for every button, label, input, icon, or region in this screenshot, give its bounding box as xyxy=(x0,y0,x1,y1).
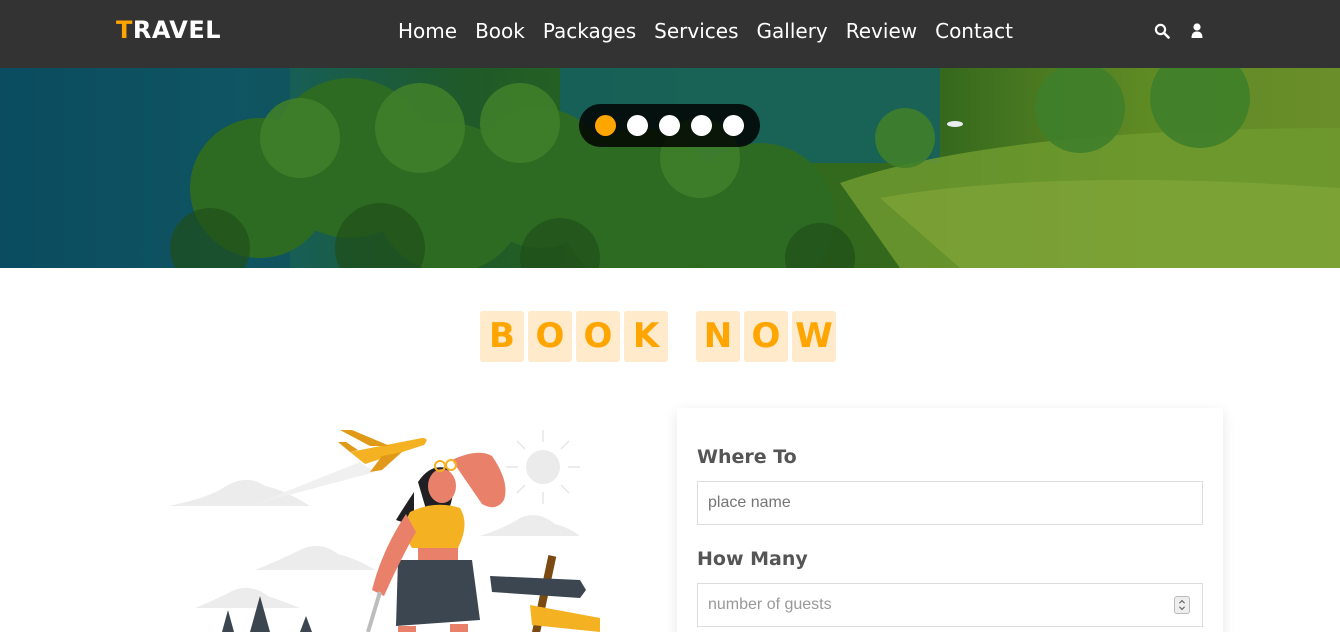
heading-letter: K xyxy=(624,311,668,362)
main-nav: Home Book Packages Services Gallery Revi… xyxy=(398,19,1013,43)
slider-dot-1[interactable] xyxy=(595,115,616,136)
nav-contact[interactable]: Contact xyxy=(935,19,1013,43)
guests-number-input[interactable]: number of guests xyxy=(697,583,1203,627)
where-to-input[interactable] xyxy=(697,481,1203,525)
heading-letter: N xyxy=(696,311,740,362)
nav-review[interactable]: Review xyxy=(846,19,917,43)
slider-dot-3[interactable] xyxy=(659,115,680,136)
heading-letter: B xyxy=(480,311,524,362)
heading-space xyxy=(672,311,692,362)
nav-gallery[interactable]: Gallery xyxy=(757,19,828,43)
heading-letter: O xyxy=(744,311,788,362)
sun-icon xyxy=(506,430,580,504)
nav-book[interactable]: Book xyxy=(475,19,525,43)
signpost-icon xyxy=(490,555,600,632)
top-navbar: TRAVEL Home Book Packages Services Galle… xyxy=(0,0,1340,68)
heading-letter: W xyxy=(792,311,836,362)
slider-dot-5[interactable] xyxy=(723,115,744,136)
number-spinner-icon[interactable] xyxy=(1174,596,1190,614)
book-now-heading: B O O K N O W xyxy=(480,311,836,362)
logo[interactable]: TRAVEL xyxy=(116,16,221,44)
contrail xyxy=(255,462,375,504)
hero-landscape-image xyxy=(0,68,1340,268)
search-icon[interactable] xyxy=(1154,22,1170,40)
booking-form: Where To How Many number of guests xyxy=(677,408,1223,632)
heading-letter: O xyxy=(528,311,572,362)
logo-accent-letter: T xyxy=(116,16,133,44)
guests-placeholder: number of guests xyxy=(708,596,832,613)
traveler-illustration xyxy=(168,430,600,632)
slider-dot-2[interactable] xyxy=(627,115,648,136)
logo-text: RAVEL xyxy=(132,16,222,44)
nav-home[interactable]: Home xyxy=(398,19,457,43)
slider-dot-4[interactable] xyxy=(691,115,712,136)
hero-banner xyxy=(0,68,1340,268)
woman-traveler xyxy=(366,452,506,632)
nav-packages[interactable]: Packages xyxy=(543,19,636,43)
how-many-label: How Many xyxy=(697,548,808,570)
user-icon[interactable] xyxy=(1189,22,1205,40)
nav-services[interactable]: Services xyxy=(654,19,738,43)
slider-dots xyxy=(579,104,760,147)
heading-letter: O xyxy=(576,311,620,362)
where-to-label: Where To xyxy=(697,446,797,468)
